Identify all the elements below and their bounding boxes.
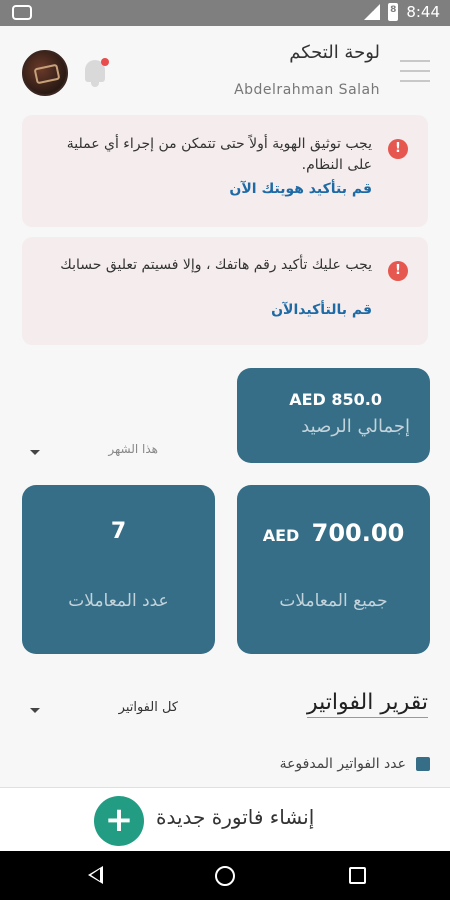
balance-amount: AED 850.0 xyxy=(289,390,382,409)
transactions-total-card: AED 700.00 جميع المعاملات xyxy=(237,485,430,654)
caret-down-icon xyxy=(30,450,40,455)
period-selected: هذا الشهر xyxy=(108,442,158,456)
balance-label: إجمالي الرصيد xyxy=(301,416,410,437)
invoice-filter-selected: كل الفواتير xyxy=(118,700,178,715)
status-time: 8:44 xyxy=(406,3,440,21)
avatar[interactable] xyxy=(22,50,68,96)
invoices-report-title: تقرير الفواتير xyxy=(307,690,428,718)
back-icon[interactable] xyxy=(88,866,103,884)
status-bar: 8 8:44 xyxy=(0,0,450,26)
caret-down-icon xyxy=(30,708,40,713)
recent-apps-icon[interactable] xyxy=(349,867,366,884)
app-header: لوحة التحكم Abdelrahman Salah xyxy=(0,26,450,112)
page-title: لوحة التحكم xyxy=(289,42,380,63)
balance-card: AED 850.0 إجمالي الرصيد xyxy=(237,368,430,463)
phone-alert: ! يجب عليك تأكيد رقم هاتفك ، وإلا فسيتم … xyxy=(22,237,428,345)
system-nav-bar xyxy=(0,851,450,900)
create-invoice-button[interactable]: + إنشاء فاتورة جديدة xyxy=(0,787,450,851)
alert-icon: ! xyxy=(388,139,408,159)
alert-text: يجب توثيق الهوية أولاً حتى تتمكن من إجرا… xyxy=(66,136,372,173)
create-invoice-label: إنشاء فاتورة جديدة xyxy=(156,805,315,829)
transactions-count-label: عدد المعاملات xyxy=(68,591,169,611)
notification-icon xyxy=(12,5,32,20)
plus-icon[interactable]: + xyxy=(94,796,144,846)
alert-text: يجب عليك تأكيد رقم هاتفك ، وإلا فسيتم تع… xyxy=(60,257,372,273)
verify-phone-link[interactable]: قم بالتأكيدالآن xyxy=(271,302,372,318)
transactions-total-value: 700.00 xyxy=(311,519,405,547)
menu-icon[interactable] xyxy=(400,60,430,82)
chart-legend: عدد الفواتير المدفوعة xyxy=(280,756,430,772)
home-icon[interactable] xyxy=(215,866,235,886)
notification-bell-icon[interactable] xyxy=(80,56,110,90)
period-dropdown[interactable]: هذا الشهر xyxy=(28,440,158,466)
identity-alert: ! يجب توثيق الهوية أولاً حتى تتمكن من إج… xyxy=(22,115,428,227)
currency-label: AED xyxy=(262,526,300,545)
transactions-total-label: جميع المعاملات xyxy=(279,591,388,611)
transactions-count-value: 7 xyxy=(110,519,127,544)
verify-identity-link[interactable]: قم بتأكيد هويتك الآن xyxy=(229,181,372,197)
signal-icon xyxy=(364,1,381,20)
invoice-filter-dropdown[interactable]: كل الفواتير xyxy=(28,698,178,722)
battery-icon: 8 xyxy=(388,3,399,21)
notification-dot xyxy=(101,58,109,66)
transactions-count-card: 7 عدد المعاملات xyxy=(22,485,215,654)
alert-icon: ! xyxy=(388,261,408,281)
legend-swatch xyxy=(416,757,430,771)
battery-level: 8 xyxy=(390,5,397,15)
legend-label: عدد الفواتير المدفوعة xyxy=(279,756,406,772)
user-name: Abdelrahman Salah xyxy=(234,82,380,98)
